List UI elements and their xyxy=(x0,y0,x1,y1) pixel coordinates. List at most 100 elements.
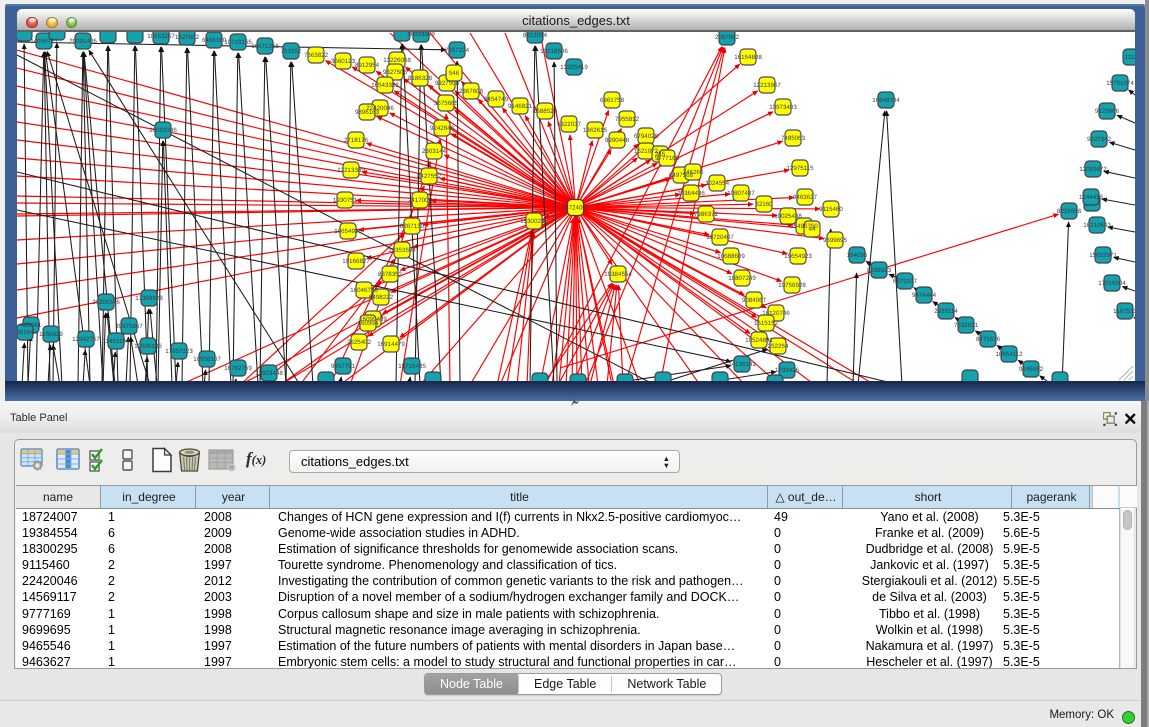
svg-text:546: 546 xyxy=(449,70,460,77)
svg-text:19654923: 19654923 xyxy=(784,253,812,260)
svg-text:160994: 160994 xyxy=(358,320,379,327)
svg-text:8813054: 8813054 xyxy=(523,32,548,39)
svg-text:8454749: 8454749 xyxy=(484,96,509,103)
svg-text:3675685: 3675685 xyxy=(434,100,459,107)
svg-text:7986372: 7986372 xyxy=(694,211,719,218)
svg-text:19384554: 19384554 xyxy=(604,271,632,278)
svg-text:16648784: 16648784 xyxy=(872,97,900,104)
svg-text:14055721: 14055721 xyxy=(30,38,58,45)
svg-text:6794028: 6794028 xyxy=(634,133,659,140)
svg-text:13325419: 13325419 xyxy=(560,64,588,71)
svg-text:12942757: 12942757 xyxy=(72,336,100,343)
svg-text:8427552: 8427552 xyxy=(417,173,442,180)
svg-text:6879197: 6879197 xyxy=(893,278,918,285)
svg-text:1930751: 1930751 xyxy=(333,197,358,204)
svg-text:9146821: 9146821 xyxy=(508,103,533,110)
svg-text:1112: 1112 xyxy=(1125,54,1135,61)
svg-text:39975867: 39975867 xyxy=(115,323,143,330)
svg-text:10025438: 10025438 xyxy=(774,213,802,220)
svg-text:8186328: 8186328 xyxy=(408,75,433,82)
svg-text:15300275: 15300275 xyxy=(520,218,548,225)
svg-text:12093872: 12093872 xyxy=(1079,166,1107,173)
svg-text:16033809: 16033809 xyxy=(407,32,435,38)
svg-text:252254: 252254 xyxy=(768,343,789,350)
svg-text:10654925: 10654925 xyxy=(334,228,362,235)
svg-text:9242848: 9242848 xyxy=(430,125,455,132)
svg-text:8990448: 8990448 xyxy=(605,137,630,144)
svg-text:12923448: 12923448 xyxy=(255,370,283,377)
svg-text:5498222: 5498222 xyxy=(369,294,394,301)
svg-text:1362615: 1362615 xyxy=(583,127,608,134)
svg-text:13226058: 13226058 xyxy=(383,57,411,64)
svg-text:15720407: 15720407 xyxy=(706,234,734,241)
svg-text:16914479: 16914479 xyxy=(377,341,405,348)
svg-text:6466160: 6466160 xyxy=(202,37,227,44)
svg-text:8267130: 8267130 xyxy=(400,223,425,230)
svg-text:10973493: 10973493 xyxy=(769,104,797,111)
svg-text:8938923: 8938923 xyxy=(867,267,892,274)
svg-text:9227342: 9227342 xyxy=(1087,136,1112,143)
svg-text:485061: 485061 xyxy=(21,322,42,329)
svg-text:6961758: 6961758 xyxy=(600,97,625,104)
svg-text:7632621: 7632621 xyxy=(954,322,979,329)
svg-text:18724007: 18724007 xyxy=(562,205,590,212)
svg-text:9245652: 9245652 xyxy=(1019,366,1044,373)
svg-text:9463627: 9463627 xyxy=(793,194,818,201)
svg-text:12975115: 12975115 xyxy=(786,165,814,172)
svg-text:12213967: 12213967 xyxy=(753,82,781,89)
svg-text:10958107: 10958107 xyxy=(193,356,221,363)
svg-text:10756928: 10756928 xyxy=(778,282,806,289)
svg-text:10654112: 10654112 xyxy=(995,351,1023,358)
svg-text:10688609: 10688609 xyxy=(717,253,745,260)
svg-text:1615152: 1615152 xyxy=(754,320,779,327)
svg-text:2087682: 2087682 xyxy=(715,34,740,41)
svg-text:9115460: 9115460 xyxy=(819,206,843,213)
svg-text:5322037: 5322037 xyxy=(557,121,582,128)
svg-text:8215958: 8215958 xyxy=(1057,208,1082,215)
svg-text:12505135: 12505135 xyxy=(134,343,162,350)
svg-text:1733426: 1733426 xyxy=(775,367,800,374)
svg-text:9327508: 9327508 xyxy=(435,80,460,87)
svg-text:9896163: 9896163 xyxy=(355,109,380,116)
svg-text:746266: 746266 xyxy=(683,169,704,176)
svg-text:3660123: 3660123 xyxy=(331,58,356,65)
svg-text:18807249: 18807249 xyxy=(728,275,756,282)
svg-text:15751074: 15751074 xyxy=(1106,80,1134,87)
svg-text:7663822: 7663822 xyxy=(304,52,329,59)
svg-text:12213389: 12213389 xyxy=(337,167,365,174)
svg-text:20364436: 20364436 xyxy=(677,190,705,197)
svg-text:2935114: 2935114 xyxy=(934,308,958,315)
svg-text:7625402: 7625402 xyxy=(347,339,372,346)
svg-text:8471676: 8471676 xyxy=(976,336,1001,343)
svg-text:2718176: 2718176 xyxy=(344,137,369,144)
svg-text:8878352: 8878352 xyxy=(378,271,403,278)
svg-text:9129966: 9129966 xyxy=(1095,108,1120,115)
svg-text:20053346: 20053346 xyxy=(149,127,177,134)
svg-text:751552: 751552 xyxy=(281,48,302,55)
svg-text:9457791: 9457791 xyxy=(331,363,356,370)
svg-text:1156829: 1156829 xyxy=(39,331,63,338)
svg-text:12353594: 12353594 xyxy=(388,247,416,254)
svg-text:20091406: 20091406 xyxy=(69,38,97,45)
svg-text:16120746: 16120746 xyxy=(762,310,790,317)
svg-text:8912954: 8912954 xyxy=(355,62,380,69)
svg-text:16046798: 16046798 xyxy=(350,287,378,294)
svg-text:3024554: 3024554 xyxy=(705,180,730,187)
svg-text:9474444: 9474444 xyxy=(912,292,937,299)
svg-text:11451194: 11451194 xyxy=(103,338,130,345)
svg-text:7485063: 7485063 xyxy=(781,135,806,142)
svg-text:1244415: 1244415 xyxy=(1079,194,1104,201)
svg-text:16543382: 16543382 xyxy=(371,82,399,89)
svg-text:19166827: 19166827 xyxy=(342,258,370,265)
svg-text:2867608: 2867608 xyxy=(459,88,484,95)
svg-text:16782759: 16782759 xyxy=(224,365,252,372)
svg-text:7357224: 7357224 xyxy=(445,47,470,54)
svg-text:14136141: 14136141 xyxy=(728,361,756,368)
svg-text:15716485: 15716485 xyxy=(398,363,426,370)
svg-text:1527602: 1527602 xyxy=(175,34,200,41)
svg-text:2803144: 2803144 xyxy=(422,148,447,155)
svg-text:17359928: 17359928 xyxy=(135,295,163,302)
svg-text:20206576: 20206576 xyxy=(92,299,120,306)
svg-text:9777169: 9777169 xyxy=(655,155,680,162)
svg-text:10807487: 10807487 xyxy=(727,190,755,197)
